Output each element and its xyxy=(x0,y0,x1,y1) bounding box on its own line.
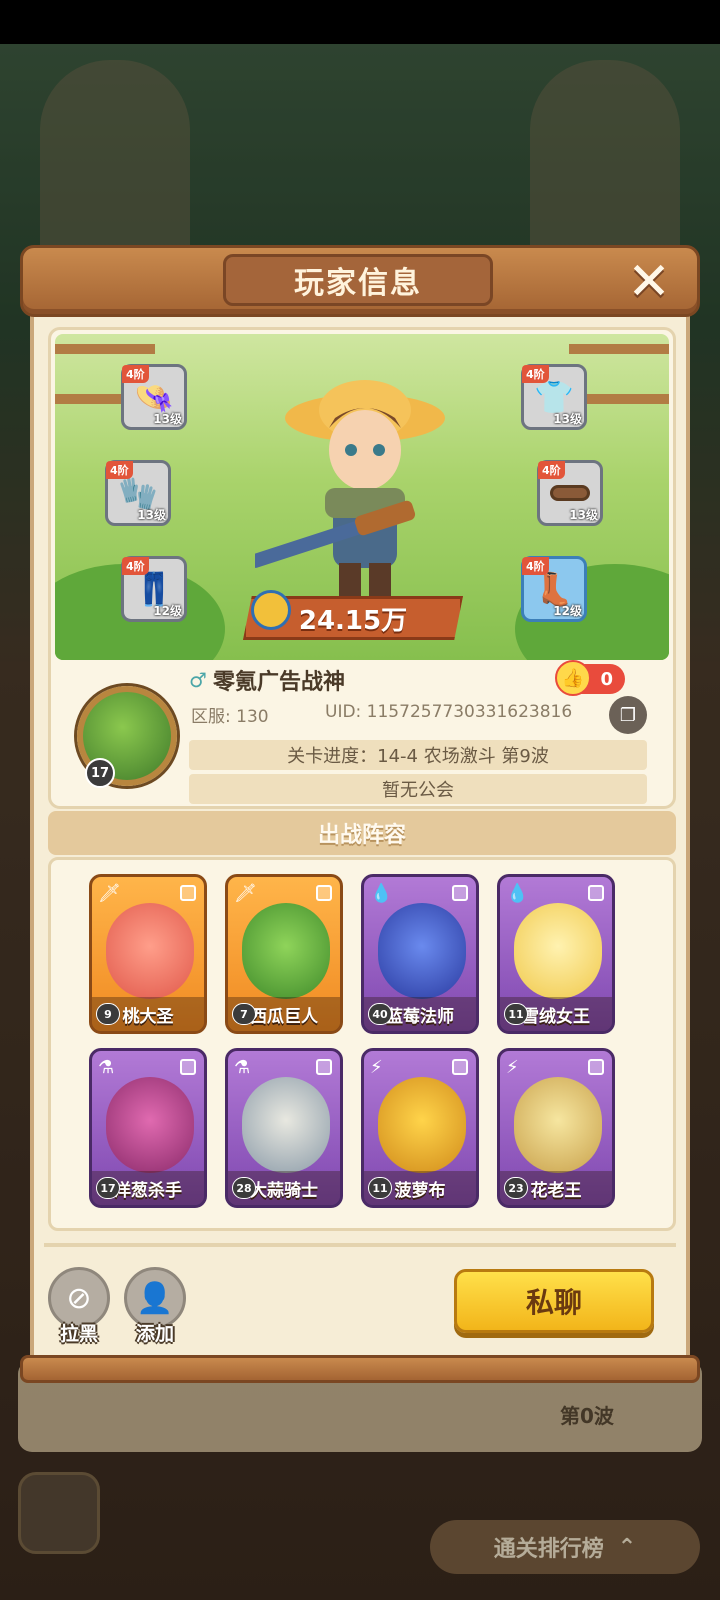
slot-icon xyxy=(180,885,196,901)
equip-level: 12级 xyxy=(553,604,582,618)
watermelon-hero-art xyxy=(242,903,330,999)
player-info-dialog: 玩家信息 ✕ 👒 4阶 13级 👕 4阶 13级 🧤 4阶 13级 4阶 13级… xyxy=(20,245,700,1390)
snow-queen-hero-art xyxy=(514,903,602,999)
equip-slot-pants[interactable]: 👖 4阶 12级 xyxy=(121,556,187,622)
equip-tier: 4阶 xyxy=(122,557,149,575)
equip-tier: 4阶 xyxy=(122,365,149,383)
hero-card[interactable]: 💧 40 蓝莓法师 xyxy=(361,874,479,1034)
male-icon: ♂ xyxy=(189,668,207,692)
copy-icon[interactable]: ❐ xyxy=(609,696,647,734)
equip-tier: 4阶 xyxy=(522,365,549,383)
hero-card[interactable]: 🗡 7 西瓜巨人 xyxy=(225,874,343,1034)
hero-card[interactable]: ⚡ 11 菠萝布 xyxy=(361,1048,479,1208)
equip-level: 13级 xyxy=(569,508,598,522)
slot-icon xyxy=(180,1059,196,1075)
close-icon[interactable]: ✕ xyxy=(621,256,677,308)
slot-icon xyxy=(452,1059,468,1075)
hero-card[interactable]: ⚗ 28 大蒜骑士 xyxy=(225,1048,343,1208)
dialog-title: 玩家信息 xyxy=(223,254,493,306)
dialog-header: 玩家信息 ✕ xyxy=(20,245,700,317)
card-level: 9 xyxy=(96,1003,120,1025)
lineup-title: 出战阵容 xyxy=(48,811,676,855)
equip-level: 13级 xyxy=(553,412,582,426)
card-level: 7 xyxy=(232,1003,256,1025)
equip-level: 13级 xyxy=(153,412,182,426)
belt-icon xyxy=(550,485,590,501)
cauliflower-hero-art xyxy=(514,1077,602,1173)
pineapple-hero-art xyxy=(378,1077,466,1173)
private-chat-button[interactable]: 私聊 xyxy=(454,1269,654,1333)
avatar-level-badge: 17 xyxy=(85,758,115,788)
lineup-panel: 🗡 9 桃大圣 🗡 7 西瓜巨人 💧 40 蓝莓法师 💧 11 雪绒女王 ⚗ 1… xyxy=(48,857,676,1231)
potion-icon: ⚗ xyxy=(234,1057,251,1078)
power-gem-icon xyxy=(251,590,291,630)
hero-card[interactable]: 💧 11 雪绒女王 xyxy=(497,874,615,1034)
add-user-icon: 👤 xyxy=(136,1280,174,1316)
equip-slot-jacket[interactable]: 👕 4阶 13级 xyxy=(521,364,587,430)
equip-tier: 4阶 xyxy=(522,557,549,575)
player-card: 👒 4阶 13级 👕 4阶 13级 🧤 4阶 13级 4阶 13级 👖 4阶 1… xyxy=(48,327,676,809)
blueberry-hero-art xyxy=(378,903,466,999)
equip-slot-gloves[interactable]: 🧤 4阶 13级 xyxy=(105,460,171,526)
status-bar xyxy=(0,0,720,44)
block-icon: ⊘ xyxy=(66,1280,92,1316)
equip-slot-belt[interactable]: 4阶 13级 xyxy=(537,460,603,526)
stage-progress: 关卡进度：14-4 农场激斗 第9波 xyxy=(189,740,647,770)
guild-status: 暂无公会 xyxy=(189,774,647,804)
equip-slot-hat[interactable]: 👒 4阶 13级 xyxy=(121,364,187,430)
slot-icon xyxy=(316,1059,332,1075)
garlic-hero-art xyxy=(242,1077,330,1173)
peach-hero-art xyxy=(106,903,194,999)
farmer-hero xyxy=(255,380,445,613)
block-label: 拉黑 xyxy=(59,1323,98,1345)
card-level: 28 xyxy=(232,1177,256,1199)
hero-scene: 👒 4阶 13级 👕 4阶 13级 🧤 4阶 13级 4阶 13级 👖 4阶 1… xyxy=(55,334,669,660)
potion-icon: ⚗ xyxy=(98,1057,115,1078)
onion-hero-art xyxy=(106,1077,194,1173)
slot-icon xyxy=(452,885,468,901)
slot-icon xyxy=(588,885,604,901)
like-count: 0 xyxy=(600,668,613,690)
hero-card[interactable]: 🗡 9 桃大圣 xyxy=(89,874,207,1034)
server-label: 区服: 130 xyxy=(191,707,269,727)
sword-icon: 🗡 xyxy=(98,883,121,904)
player-name: 零氪广告战神 xyxy=(213,670,346,695)
dialog-footer-frame xyxy=(20,1355,700,1383)
lightning-icon: ⚡ xyxy=(506,1057,519,1078)
equip-level: 12级 xyxy=(153,604,182,618)
hero-card[interactable]: ⚗ 17 洋葱杀手 xyxy=(89,1048,207,1208)
card-level: 17 xyxy=(96,1177,120,1199)
equip-tier: 4阶 xyxy=(106,461,133,479)
card-level: 23 xyxy=(504,1177,528,1199)
equip-level: 13级 xyxy=(137,508,166,522)
uid-label: UID: 1157257730331623816 xyxy=(325,702,573,722)
water-drop-icon: 💧 xyxy=(370,883,393,904)
card-level: 11 xyxy=(368,1177,392,1199)
equip-slot-boots[interactable]: 👢 4阶 12级 xyxy=(521,556,587,622)
thumbs-up-icon[interactable]: 👍 xyxy=(555,660,591,696)
hero-card[interactable]: ⚡ 23 花老王 xyxy=(497,1048,615,1208)
equip-tier: 4阶 xyxy=(538,461,565,479)
divider xyxy=(44,1243,676,1247)
slot-icon xyxy=(316,885,332,901)
card-level: 11 xyxy=(504,1003,528,1025)
add-friend-label: 添加 xyxy=(135,1323,174,1345)
card-level: 40 xyxy=(368,1003,392,1025)
sword-icon: 🗡 xyxy=(234,883,257,904)
lightning-icon: ⚡ xyxy=(370,1057,383,1078)
slot-icon xyxy=(588,1059,604,1075)
water-drop-icon: 💧 xyxy=(506,883,529,904)
